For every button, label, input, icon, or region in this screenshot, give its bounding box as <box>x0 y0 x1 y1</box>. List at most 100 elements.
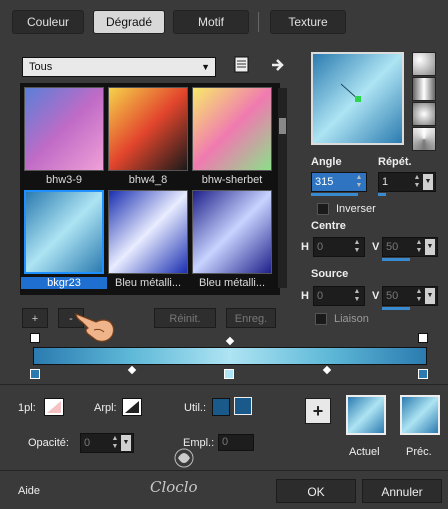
reset-button[interactable]: Réinit. <box>154 308 216 328</box>
tab-degrade[interactable]: Dégradé <box>93 10 165 34</box>
pointing-hand-icon <box>74 300 118 346</box>
category-select[interactable]: Tous ▼ <box>22 57 216 77</box>
opacity-value: 0 <box>84 437 91 449</box>
linear-style-button[interactable] <box>412 52 436 76</box>
gradient-label: bhw-sherbet <box>201 174 263 186</box>
background-stop-icon[interactable] <box>122 398 142 416</box>
angle-stepper-icon[interactable]: ▲ ▼ <box>354 174 364 190</box>
previous-label: Préc. <box>406 446 432 458</box>
center-v-slider[interactable] <box>382 258 410 261</box>
source-v-value: 50 <box>386 290 399 302</box>
arrow-right-icon[interactable] <box>270 57 286 73</box>
gradient-label-selected: bkgr23 <box>21 277 107 289</box>
repeat-label: Répét. <box>378 156 412 168</box>
color-midpoint[interactable] <box>322 365 332 375</box>
color-stop-right[interactable] <box>418 369 428 379</box>
scrollbar-thumb[interactable] <box>279 118 286 134</box>
ok-button[interactable]: OK <box>276 479 356 503</box>
invert-checkbox[interactable] <box>317 203 329 215</box>
angle-slider[interactable] <box>311 193 358 196</box>
link-checkbox[interactable] <box>315 313 327 325</box>
link-label: Liaison <box>334 313 369 325</box>
watermark-text: Cloclo <box>150 478 198 496</box>
gradient-thumb-bleu-metallique-2[interactable] <box>192 190 272 274</box>
repeat-slider[interactable] <box>378 193 386 196</box>
center-h-label: H <box>301 241 309 253</box>
list-view-icon[interactable] <box>234 56 250 74</box>
category-select-value: Tous <box>29 61 53 73</box>
gradient-label: bhw3-9 <box>45 174 83 186</box>
add-gradient-button[interactable]: + <box>22 308 48 328</box>
user-color-swatch[interactable] <box>212 398 230 416</box>
sunburst-style-button[interactable] <box>412 102 436 126</box>
center-v-label: V <box>372 241 380 253</box>
cancel-button[interactable]: Annuler <box>362 479 442 503</box>
current-gradient-swatch[interactable] <box>346 395 386 435</box>
gradient-label: Bleu métalli... <box>114 277 182 289</box>
source-h-input[interactable]: 0 ▲ ▼ <box>313 286 365 306</box>
gradient-thumb-bhw3-9[interactable] <box>24 87 104 171</box>
foreground-stop-icon[interactable] <box>44 398 64 416</box>
center-h-input[interactable]: 0 ▲ ▼ <box>313 237 365 257</box>
chevron-down-icon[interactable]: ▼ <box>425 288 435 304</box>
user-color-label: Util.: <box>184 402 206 414</box>
center-v-input[interactable]: 50 ▲ ▼ ▼ <box>382 237 438 257</box>
center-v-stepper-icon[interactable]: ▲ ▼ <box>414 239 424 255</box>
color-stop-middle[interactable] <box>224 369 234 379</box>
source-v-stepper-icon[interactable]: ▲ ▼ <box>414 288 424 304</box>
center-label: Centre <box>311 220 346 232</box>
source-v-slider[interactable] <box>382 307 410 310</box>
gradient-bar[interactable] <box>33 347 427 365</box>
repeat-stepper-icon[interactable]: ▲ ▼ <box>412 174 422 190</box>
source-h-value: 0 <box>317 290 324 302</box>
repeat-input[interactable]: 1 ▲ ▼ ▼ <box>378 172 436 192</box>
gradient-label: Bleu métalli... <box>198 277 266 289</box>
angle-input[interactable]: 315 ▲ ▼ <box>311 172 367 192</box>
help-link[interactable]: Aide <box>18 485 40 497</box>
source-label: Source <box>311 268 349 280</box>
tab-texture[interactable]: Texture <box>270 10 346 34</box>
gradient-list-scrollbar[interactable] <box>278 88 287 288</box>
angle-handle-icon[interactable] <box>313 54 402 143</box>
chevron-down-icon[interactable]: ▼ <box>423 174 433 190</box>
opacity-midpoint[interactable] <box>225 336 235 346</box>
source-h-stepper-icon[interactable]: ▲ ▼ <box>352 288 362 304</box>
invert-label: Inverser <box>336 203 376 215</box>
tab-separator <box>258 12 259 32</box>
repeat-value: 1 <box>382 176 389 188</box>
angle-label: Angle <box>311 156 342 168</box>
first-plan-label: 1pl: <box>18 402 36 414</box>
gradient-thumb-bleu-metallique-1[interactable] <box>108 190 188 274</box>
center-h-value: 0 <box>317 241 324 253</box>
save-gradient-button[interactable]: Enreg. <box>226 308 276 328</box>
current-label: Actuel <box>349 446 380 458</box>
opacity-stop-right[interactable] <box>418 333 428 343</box>
divider <box>0 470 448 471</box>
chevron-down-icon[interactable]: ▼ <box>425 239 435 255</box>
center-h-stepper-icon[interactable]: ▲ ▼ <box>352 239 362 255</box>
tab-couleur[interactable]: Couleur <box>12 10 84 34</box>
gradient-thumb-bkgr23[interactable] <box>24 190 104 274</box>
color-midpoint[interactable] <box>127 365 137 375</box>
source-v-input[interactable]: 50 ▲ ▼ ▼ <box>382 286 438 306</box>
tab-motif[interactable]: Motif <box>173 10 249 34</box>
gradient-preview[interactable] <box>311 52 404 145</box>
gradient-thumb-bhw-sherbet[interactable] <box>192 87 272 171</box>
radial-style-button[interactable] <box>412 127 436 151</box>
opacity-label: Opacité: <box>28 437 69 449</box>
center-v-value: 50 <box>386 241 399 253</box>
background-plan-label: Arpl: <box>94 402 117 414</box>
rectangular-style-button[interactable] <box>412 77 436 101</box>
previous-gradient-swatch[interactable] <box>400 395 440 435</box>
color-stop-left[interactable] <box>30 369 40 379</box>
current-stop-color-swatch[interactable] <box>234 397 252 415</box>
gradient-thumb-bhw4-8[interactable] <box>108 87 188 171</box>
angle-value: 315 <box>315 176 334 188</box>
add-swatch-button[interactable]: + <box>305 398 331 424</box>
gradient-label: bhw4_8 <box>128 174 168 186</box>
source-h-label: H <box>301 290 309 302</box>
source-v-label: V <box>372 290 380 302</box>
divider <box>0 384 448 385</box>
chevron-down-icon: ▼ <box>201 62 210 72</box>
opacity-stop-left[interactable] <box>30 333 40 343</box>
